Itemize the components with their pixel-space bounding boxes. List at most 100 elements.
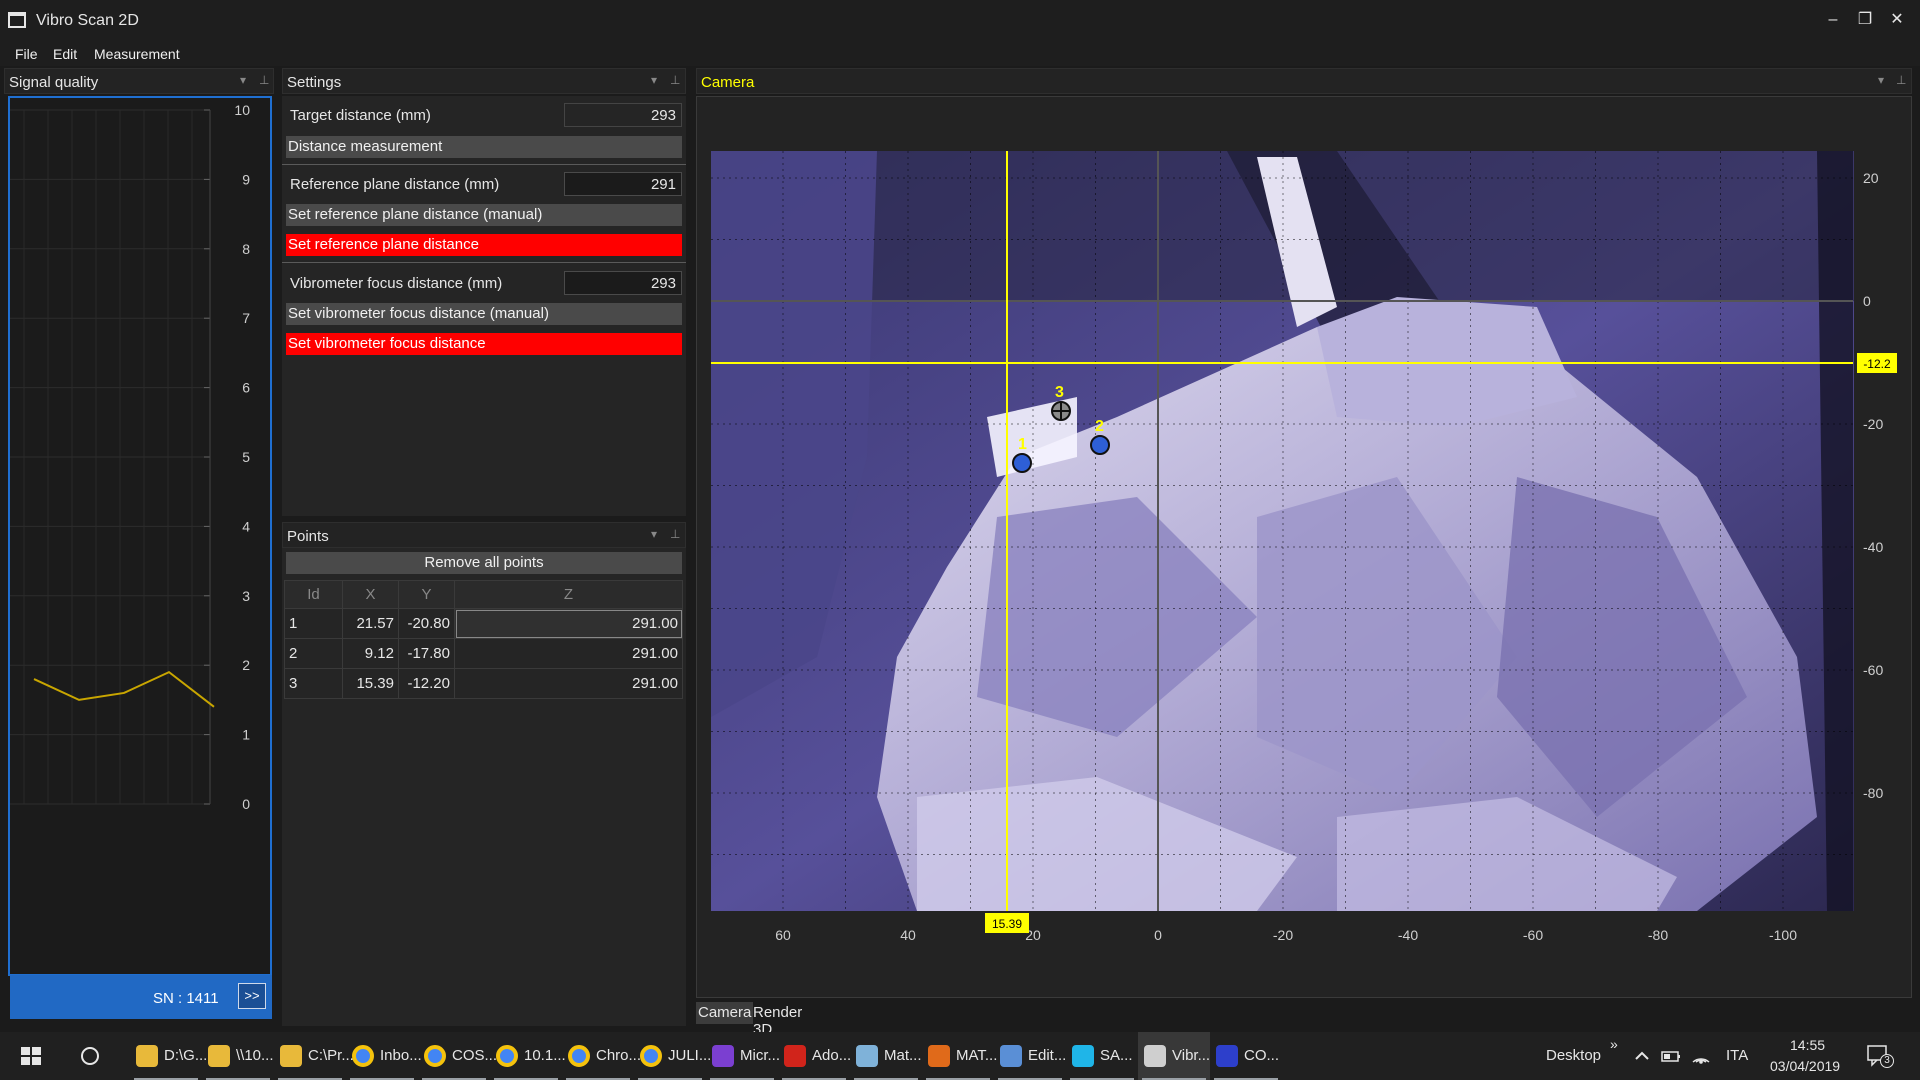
focus-distance-field[interactable]	[564, 271, 682, 295]
clock-date[interactable]: 03/04/2019	[1770, 1058, 1840, 1074]
panel-menu-icon[interactable]: ▾	[651, 73, 657, 87]
y-tick-label: 0	[242, 796, 250, 812]
search-button[interactable]	[70, 1032, 114, 1080]
column-header-id[interactable]: Id	[284, 580, 343, 609]
panel-menu-icon[interactable]: ▾	[240, 73, 246, 87]
point-label: 3	[1055, 384, 1064, 401]
taskbar-app[interactable]: CO...	[1210, 1032, 1282, 1080]
minimize-button[interactable]: –	[1822, 10, 1844, 30]
taskbar-app[interactable]: Ado...	[778, 1032, 852, 1080]
set-reference-button[interactable]: Set reference plane distance	[286, 234, 682, 256]
toolbar-overflow-icon[interactable]: »	[1610, 1036, 1618, 1052]
battery-icon[interactable]	[1660, 1046, 1682, 1066]
close-button[interactable]: ✕	[1886, 10, 1908, 30]
pin-icon[interactable]: ⊥	[1896, 73, 1906, 87]
document-app-icon	[1216, 1045, 1238, 1067]
taskbar-app-label: Edit...	[1028, 1047, 1067, 1064]
desktop-toolbar[interactable]: Desktop	[1540, 1032, 1610, 1080]
point-label: 2	[1095, 418, 1104, 435]
camera-view[interactable]: 60 40 20 0 -20 -40 -60 -80 -100 200-20-40-60-80 …	[697, 97, 1911, 997]
tray-chevron-icon[interactable]	[1632, 1046, 1652, 1066]
cell-z[interactable]: 291.00	[454, 668, 683, 699]
chrome-icon	[352, 1045, 374, 1067]
clock-time[interactable]: 14:55	[1790, 1037, 1825, 1053]
panel-menu-icon[interactable]: ▾	[651, 527, 657, 541]
cell-x: 21.57	[342, 608, 399, 639]
taskbar-app[interactable]: Edit...	[994, 1032, 1066, 1080]
taskbar-app[interactable]: Micr...	[706, 1032, 780, 1080]
set-focus-button[interactable]: Set vibrometer focus distance	[286, 333, 682, 355]
notepad-icon	[1000, 1045, 1022, 1067]
taskbar-app-label: Ado...	[812, 1047, 852, 1064]
column-header-z[interactable]: Z	[454, 580, 683, 609]
menu-file[interactable]: File	[15, 46, 38, 62]
x-tick-label: -80	[1648, 927, 1668, 943]
y-tick-label: 8	[242, 241, 250, 257]
table-row[interactable]: 3 15.39 -12.20 291.00	[284, 668, 683, 699]
x-tick-label: 60	[775, 927, 791, 943]
taskbar-app-label: JULI...	[668, 1047, 712, 1064]
camera-panel: 60 40 20 0 -20 -40 -60 -80 -100 20 0 -20 -40 -60 -80 …	[696, 96, 1912, 998]
windows-icon	[21, 1047, 41, 1065]
taskbar-app[interactable]: SA...	[1066, 1032, 1138, 1080]
y-tick-label: 7	[242, 310, 250, 326]
tab-render-3d[interactable]: Render 3D	[751, 1002, 804, 1038]
taskbar-app[interactable]: MAT...	[922, 1032, 997, 1080]
y-tick-label: 2	[242, 657, 250, 673]
target-distance-label: Target distance (mm)	[290, 107, 431, 124]
taskbar-app[interactable]: Vibr...	[1138, 1032, 1210, 1080]
network-icon[interactable]	[1690, 1046, 1712, 1066]
menu-edit[interactable]: Edit	[53, 46, 77, 62]
target-distance-field[interactable]	[564, 103, 682, 127]
taskbar-app[interactable]: 10.1...	[490, 1032, 566, 1080]
signal-quality-plot: 109876543210	[10, 102, 250, 812]
set-focus-manual-button[interactable]: Set vibrometer focus distance (manual)	[286, 303, 682, 325]
column-header-y[interactable]: Y	[398, 580, 455, 609]
tab-camera[interactable]: Camera	[696, 1002, 754, 1024]
pin-icon[interactable]: ⊥	[670, 527, 680, 541]
table-row[interactable]: 1 21.57 -20.80 291.00	[284, 608, 683, 639]
taskbar-app[interactable]: C:\Pr...	[274, 1032, 354, 1080]
taskbar-app[interactable]: Chro...	[562, 1032, 641, 1080]
x-tick-label: 0	[1154, 927, 1162, 943]
taskbar-app[interactable]: Inbo...	[346, 1032, 422, 1080]
expand-button[interactable]: >>	[238, 983, 266, 1009]
cell-x: 9.12	[342, 638, 399, 669]
maximize-button[interactable]: ❐	[1854, 10, 1876, 30]
x-tick-label: -60	[1523, 927, 1543, 943]
cell-z[interactable]: 291.00	[454, 608, 683, 639]
menu-measurement[interactable]: Measurement	[94, 46, 180, 62]
taskbar-app[interactable]: Mat...	[850, 1032, 922, 1080]
panel-menu-icon[interactable]: ▾	[1878, 73, 1884, 87]
set-reference-manual-button[interactable]: Set reference plane distance (manual)	[286, 204, 682, 226]
taskbar-app-label: Mat...	[884, 1047, 922, 1064]
cell-z[interactable]: 291.00	[454, 638, 683, 669]
table-row[interactable]: 2 9.12 -17.80 291.00	[284, 638, 683, 669]
taskbar-app[interactable]: \\10...	[202, 1032, 274, 1080]
points-table: Id X Y Z 1 21.57 -20.80 291.00 2 9.12 -1…	[284, 580, 683, 699]
settings-header: Settings ▾ ⊥	[282, 68, 686, 94]
serial-number: SN : 1411	[153, 990, 219, 1007]
taskbar-app-label: 10.1...	[524, 1047, 566, 1064]
start-button[interactable]	[10, 1032, 54, 1080]
pin-icon[interactable]: ⊥	[670, 73, 680, 87]
taskbar-app[interactable]: COS...	[418, 1032, 497, 1080]
remove-all-points-button[interactable]: Remove all points	[286, 552, 682, 574]
reference-plane-field[interactable]	[564, 172, 682, 196]
column-header-x[interactable]: X	[342, 580, 399, 609]
cube-icon	[856, 1045, 878, 1067]
taskbar-app-label: D:\G...	[164, 1047, 208, 1064]
taskbar-app[interactable]: JULI...	[634, 1032, 711, 1080]
chrome-icon	[640, 1045, 662, 1067]
language-indicator[interactable]: ITA	[1726, 1047, 1748, 1064]
cursor-y-value: -12.2	[1863, 357, 1891, 371]
pin-icon[interactable]: ⊥	[259, 73, 269, 87]
distance-measurement-button[interactable]: Distance measurement	[286, 136, 682, 158]
camera-header: Camera ▾ ⊥	[696, 68, 1912, 94]
taskbar-app[interactable]: D:\G...	[130, 1032, 207, 1080]
settings-panel: Target distance (mm) Distance measuremen…	[282, 96, 686, 516]
action-center-button[interactable]: 3	[1866, 1044, 1894, 1068]
y-tick-label: 5	[242, 449, 250, 465]
y-tick-label: -40	[1863, 539, 1883, 555]
points-panel: Remove all points Id X Y Z 1 21.57 -20.8…	[282, 548, 686, 1026]
